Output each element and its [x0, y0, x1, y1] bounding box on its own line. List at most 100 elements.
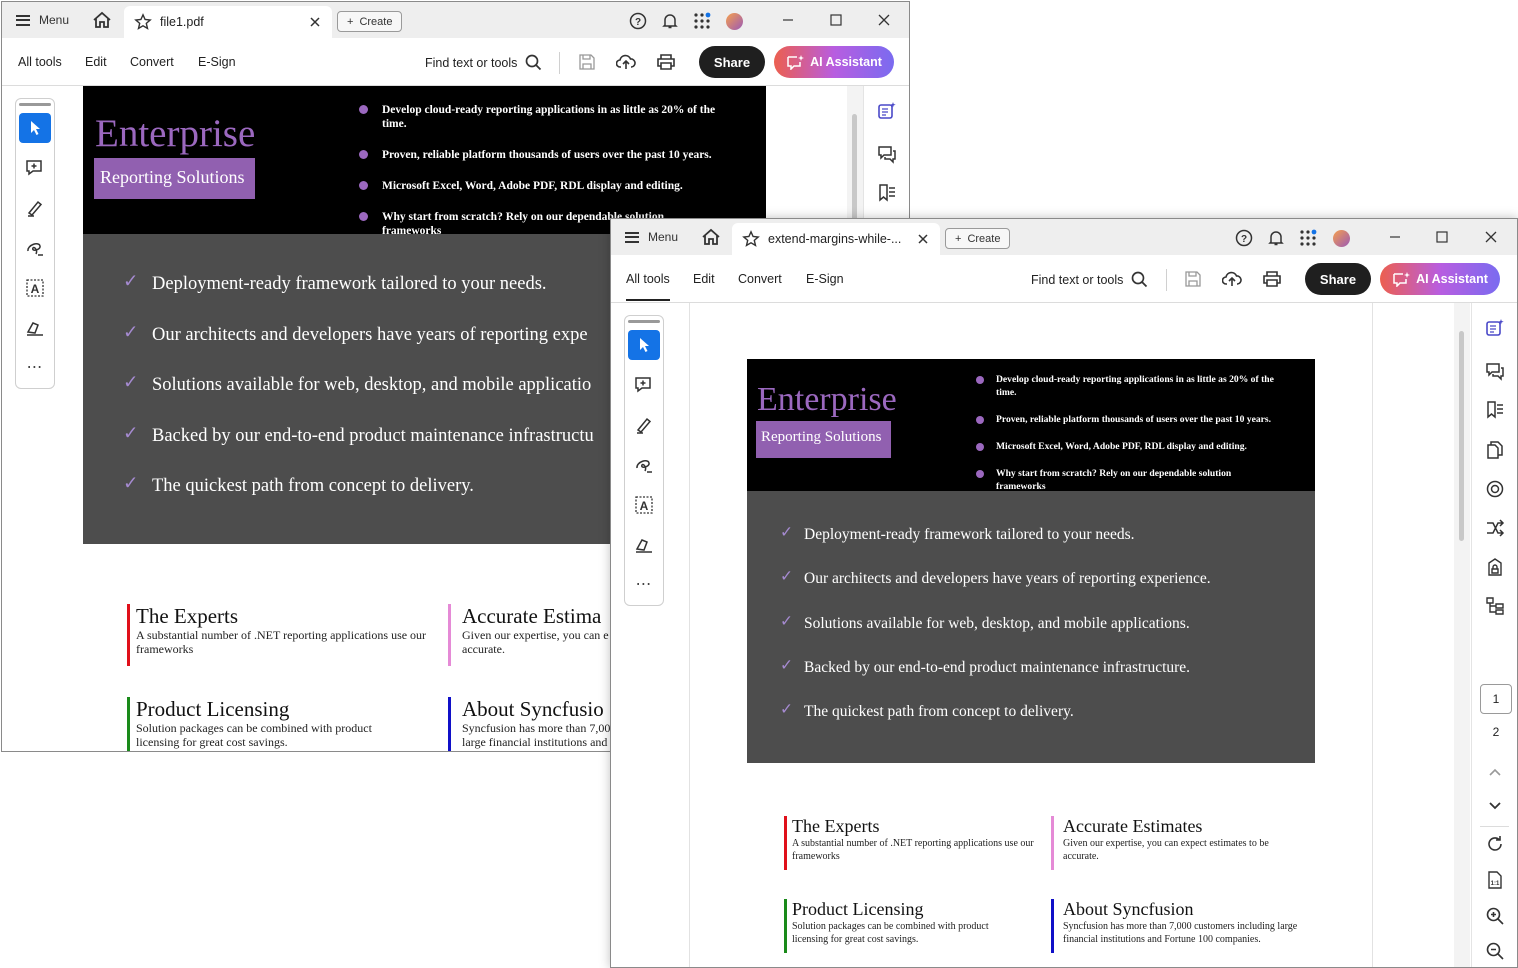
avatar[interactable]	[1331, 228, 1351, 248]
menu-all-tools[interactable]: All tools	[626, 272, 670, 301]
cursor-icon	[31, 121, 40, 135]
menu-button[interactable]: Menu	[625, 227, 678, 247]
compare-icon[interactable]	[1484, 517, 1506, 539]
close-window-button[interactable]	[1468, 225, 1514, 249]
sign-tool[interactable]	[628, 530, 660, 560]
help-icon[interactable]: ?	[628, 11, 648, 31]
upload-cloud-icon[interactable]	[1222, 269, 1242, 289]
close-window-button[interactable]	[861, 8, 907, 32]
feature-body: A substantial number of .NET reporting a…	[792, 838, 1034, 862]
copy-pages-icon[interactable]	[1484, 439, 1506, 461]
ai-generate-icon[interactable]	[876, 100, 898, 122]
menu-convert[interactable]: Convert	[130, 55, 174, 69]
add-comment-tool[interactable]	[628, 370, 660, 400]
ai-assistant-button[interactable]: AI Assistant	[1380, 263, 1500, 295]
ai-assistant-icon	[1393, 272, 1411, 287]
print-icon[interactable]	[656, 52, 676, 72]
ai-assistant-icon	[787, 55, 805, 70]
menu-button[interactable]: Menu	[16, 10, 69, 30]
draw-tool[interactable]	[19, 233, 51, 263]
ai-generate-icon[interactable]	[1484, 317, 1506, 339]
share-button[interactable]: Share	[699, 46, 765, 78]
more-tools-icon[interactable]: ⋯	[19, 353, 51, 383]
pdf-subtitle: Reporting Solutions	[94, 158, 255, 199]
feature-block: Product Licensing Solution packages can …	[784, 899, 1039, 953]
rotate-icon[interactable]	[1484, 833, 1506, 855]
bookmarks-icon[interactable]	[1484, 399, 1506, 421]
sign-tool[interactable]	[19, 313, 51, 343]
minimize-button[interactable]	[1372, 225, 1418, 249]
pdf-check-item: The quickest path from concept to delive…	[804, 703, 1074, 721]
organize-pages-icon[interactable]	[1484, 595, 1506, 617]
create-button[interactable]: + Create	[337, 11, 403, 32]
bookmarks-icon[interactable]	[876, 182, 898, 204]
draw-tool[interactable]	[628, 450, 660, 480]
save-icon[interactable]	[577, 52, 597, 72]
more-tools-icon[interactable]: ⋯	[628, 570, 660, 600]
text-select-tool[interactable]: A	[628, 490, 660, 520]
create-button[interactable]: + Create	[945, 228, 1011, 249]
maximize-button[interactable]	[1419, 225, 1465, 249]
select-tool[interactable]	[628, 330, 660, 360]
comments-icon[interactable]	[1484, 360, 1506, 382]
help-icon[interactable]: ?	[1234, 228, 1254, 248]
avatar[interactable]	[724, 11, 744, 31]
apps-grid-icon[interactable]	[1298, 228, 1318, 248]
feature-block: The Experts A substantial number of .NET…	[784, 816, 1039, 870]
toolbar-grip[interactable]	[19, 103, 51, 106]
bell-icon[interactable]	[1266, 228, 1286, 248]
previous-page-icon[interactable]	[1484, 761, 1506, 783]
ai-assistant-button[interactable]: AI Assistant	[774, 46, 894, 78]
save-icon[interactable]	[1183, 269, 1203, 289]
check-icon: ✓	[780, 568, 793, 586]
print-icon[interactable]	[1262, 269, 1282, 289]
feature-title: Product Licensing	[792, 899, 924, 919]
add-comment-tool[interactable]	[19, 153, 51, 183]
comments-icon[interactable]	[876, 143, 898, 165]
star-icon[interactable]	[742, 230, 760, 248]
menu-e-sign[interactable]: E-Sign	[806, 272, 844, 286]
highlight-tool[interactable]	[628, 410, 660, 440]
maximize-button[interactable]	[813, 8, 859, 32]
apps-grid-icon[interactable]	[692, 11, 712, 31]
close-tab-icon[interactable]	[916, 232, 930, 246]
check-icon: ✓	[123, 322, 139, 343]
current-page-field[interactable]: 1	[1480, 684, 1512, 714]
protect-file-icon[interactable]	[1484, 556, 1506, 578]
zoom-in-icon[interactable]	[1484, 905, 1506, 927]
bell-icon[interactable]	[660, 11, 680, 31]
find-text-or-tools[interactable]: Find text or tools	[425, 54, 542, 71]
menu-all-tools[interactable]: All tools	[18, 55, 62, 69]
menu-edit[interactable]: Edit	[693, 272, 715, 286]
pdf-check-item: Deployment-ready framework tailored to y…	[152, 274, 547, 294]
feature-body: Solution packages can be combined with p…	[792, 921, 989, 945]
find-label: Find text or tools	[1031, 272, 1124, 287]
fit-page-icon[interactable]: 1:1	[1484, 869, 1506, 891]
check-icon: ✓	[123, 474, 139, 494]
home-icon[interactable]	[91, 10, 113, 30]
document-tab[interactable]: file1.pdf	[124, 6, 332, 38]
menu-edit[interactable]: Edit	[85, 55, 107, 69]
target-icon[interactable]	[1484, 478, 1506, 500]
pdf-title: Enterprise	[757, 381, 897, 418]
vertical-scrollbar[interactable]	[1454, 303, 1470, 967]
find-text-or-tools[interactable]: Find text or tools	[1031, 271, 1148, 288]
share-button[interactable]: Share	[1305, 263, 1371, 295]
text-select-tool[interactable]: A	[19, 273, 51, 303]
upload-cloud-icon[interactable]	[616, 52, 636, 72]
minimize-button[interactable]	[765, 8, 811, 32]
menu-e-sign[interactable]: E-Sign	[198, 55, 236, 69]
close-tab-icon[interactable]	[308, 15, 322, 29]
next-page-icon[interactable]	[1484, 795, 1506, 817]
select-tool[interactable]	[19, 113, 51, 143]
home-icon[interactable]	[700, 227, 722, 247]
highlight-tool[interactable]	[19, 193, 51, 223]
star-icon[interactable]	[134, 13, 152, 31]
menu-convert[interactable]: Convert	[738, 272, 782, 286]
feature-body: Given our expertise, you can e accurate.	[462, 628, 609, 656]
zoom-out-icon[interactable]	[1484, 940, 1506, 962]
document-tab[interactable]: extend-margins-while-...	[732, 223, 940, 255]
feature-block: About Syncfusion Syncfusion has more tha…	[1051, 899, 1297, 953]
pdf-bullet: Develop cloud-ready reporting applicatio…	[359, 103, 719, 148]
toolbar-grip[interactable]	[628, 320, 660, 323]
